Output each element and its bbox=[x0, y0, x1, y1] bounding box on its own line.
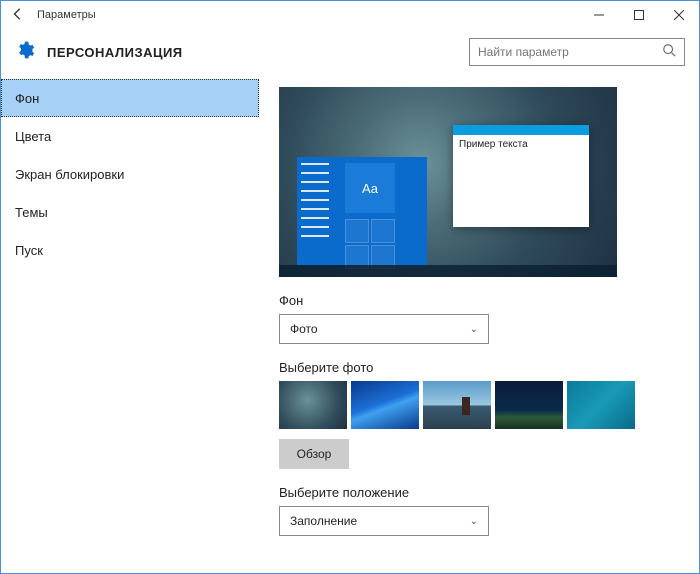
preview-aa-tile: Aa bbox=[345, 163, 395, 213]
sidebar-item-label: Фон bbox=[15, 91, 39, 106]
photo-thumb[interactable] bbox=[351, 381, 419, 429]
sidebar-item-start[interactable]: Пуск bbox=[1, 231, 259, 269]
dropdown-value: Заполнение bbox=[290, 514, 357, 528]
sidebar-item-label: Пуск bbox=[15, 243, 43, 258]
search-box[interactable] bbox=[469, 38, 685, 66]
photo-thumb[interactable] bbox=[567, 381, 635, 429]
preview-taskbar bbox=[279, 265, 617, 277]
close-button[interactable] bbox=[659, 1, 699, 29]
preview-window: Пример текста bbox=[453, 125, 589, 227]
background-label: Фон bbox=[279, 293, 679, 308]
header: ПЕРСОНАЛИЗАЦИЯ bbox=[1, 29, 699, 75]
sidebar-item-label: Темы bbox=[15, 205, 48, 220]
chevron-down-icon: ⌄ bbox=[470, 324, 478, 335]
dropdown-value: Фото bbox=[290, 322, 318, 336]
choose-photo-label: Выберите фото bbox=[279, 360, 679, 375]
sidebar-item-themes[interactable]: Темы bbox=[1, 193, 259, 231]
sidebar-item-lockscreen[interactable]: Экран блокировки bbox=[1, 155, 259, 193]
photo-thumb[interactable] bbox=[279, 381, 347, 429]
window-controls bbox=[579, 1, 699, 29]
minimize-button[interactable] bbox=[579, 1, 619, 29]
sidebar-item-label: Цвета bbox=[15, 129, 51, 144]
sidebar-item-colors[interactable]: Цвета bbox=[1, 117, 259, 155]
maximize-button[interactable] bbox=[619, 1, 659, 29]
search-icon bbox=[662, 43, 676, 62]
position-label: Выберите положение bbox=[279, 485, 679, 500]
photo-thumb[interactable] bbox=[495, 381, 563, 429]
photo-thumbnails bbox=[279, 381, 679, 429]
page-title: ПЕРСОНАЛИЗАЦИЯ bbox=[47, 45, 183, 60]
sidebar-item-background[interactable]: Фон bbox=[1, 79, 259, 117]
back-button[interactable] bbox=[11, 7, 29, 24]
content: Aa Пример текста Фон Фото ⌄ Выберите фот… bbox=[259, 75, 699, 573]
sidebar: Фон Цвета Экран блокировки Темы Пуск bbox=[1, 75, 259, 573]
position-dropdown[interactable]: Заполнение ⌄ bbox=[279, 506, 489, 536]
photo-thumb[interactable] bbox=[423, 381, 491, 429]
sidebar-item-label: Экран блокировки bbox=[15, 167, 124, 182]
browse-button[interactable]: Обзор bbox=[279, 439, 349, 469]
search-input[interactable] bbox=[478, 45, 662, 59]
desktop-preview: Aa Пример текста bbox=[279, 87, 617, 277]
chevron-down-icon: ⌄ bbox=[470, 516, 478, 527]
titlebar: Параметры bbox=[1, 1, 699, 29]
window-title: Параметры bbox=[37, 9, 96, 21]
background-dropdown[interactable]: Фото ⌄ bbox=[279, 314, 489, 344]
preview-sample-text: Пример текста bbox=[453, 135, 589, 154]
preview-start-menu: Aa bbox=[297, 157, 427, 265]
gear-icon bbox=[15, 40, 35, 65]
